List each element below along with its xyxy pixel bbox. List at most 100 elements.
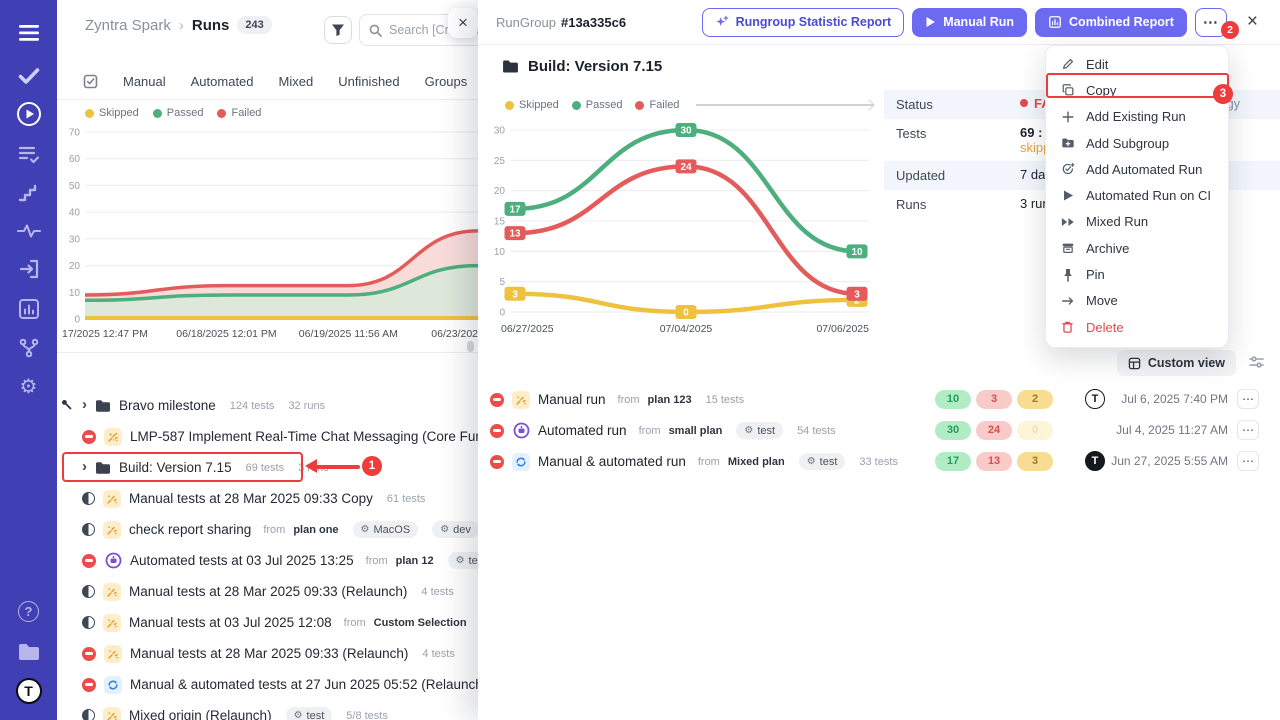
view-settings-icon[interactable] bbox=[1249, 355, 1264, 369]
env-badge[interactable]: ⚙test bbox=[736, 422, 783, 439]
pulse-icon[interactable] bbox=[0, 216, 57, 246]
menu-icon[interactable] bbox=[0, 18, 57, 48]
menu-item-add-subgroup[interactable]: Add Subgroup bbox=[1046, 130, 1228, 156]
annotation-step-3: 3 bbox=[1213, 84, 1233, 104]
gear-icon: ⚙ bbox=[807, 457, 816, 467]
reports-chart-icon[interactable] bbox=[0, 294, 57, 324]
play-icon bbox=[925, 16, 936, 28]
run-meta: 54 tests bbox=[797, 425, 836, 437]
help-icon[interactable]: ? bbox=[0, 596, 57, 626]
run-title: Manual run bbox=[538, 392, 606, 407]
projects-folder-icon[interactable] bbox=[0, 637, 57, 667]
from-plan[interactable]: plan 12 bbox=[396, 555, 434, 567]
svg-text:07/04/2025: 07/04/2025 bbox=[660, 323, 713, 335]
runs-count-badge: 243 bbox=[237, 16, 271, 34]
run-row-manual-run[interactable]: Manual run from plan 123 15 tests 10 3 2… bbox=[478, 384, 1280, 415]
combined-report-button[interactable]: Combined Report bbox=[1035, 8, 1187, 37]
panel-close-button[interactable]: × bbox=[448, 8, 478, 38]
drawer-close-button[interactable]: × bbox=[1247, 11, 1258, 33]
list-item-manual-tests-relaunch-1[interactable]: Manual tests at 28 Mar 2025 09:33 (Relau… bbox=[57, 576, 478, 607]
list-item-manual-tests-relaunch-2[interactable]: Manual tests at 28 Mar 2025 09:33 (Relau… bbox=[57, 638, 478, 669]
run-more-button[interactable]: ⋯ bbox=[1237, 451, 1259, 471]
env-badge[interactable]: ⚙test bbox=[448, 552, 478, 569]
run-date: Jul 6, 2025 7:40 PM bbox=[1121, 392, 1228, 406]
svg-text:10: 10 bbox=[69, 288, 81, 299]
list-item-lmp-587[interactable]: LMP-587 Implement Real-Time Chat Messagi… bbox=[57, 421, 478, 452]
menu-item-delete[interactable]: Delete bbox=[1046, 314, 1228, 340]
list-item-title: Manual tests at 28 Mar 2025 09:33 Copy bbox=[129, 491, 373, 506]
list-item-bravo-milestone[interactable]: › Bravo milestone 124 tests 32 runs bbox=[57, 390, 478, 421]
archive-icon bbox=[1060, 241, 1075, 255]
check-icon[interactable] bbox=[0, 61, 57, 91]
from-plan[interactable]: plan 123 bbox=[648, 394, 692, 406]
breadcrumb: Zyntra Spark › Runs 243 bbox=[85, 16, 272, 34]
list-item-manual-automated-tests[interactable]: Manual & automated tests at 27 Jun 2025 … bbox=[57, 669, 478, 700]
branch-icon[interactable] bbox=[0, 333, 57, 363]
passed-pill: 30 bbox=[935, 421, 971, 440]
env-badge[interactable]: ⚙test bbox=[799, 453, 846, 470]
breadcrumb-project[interactable]: Zyntra Spark bbox=[85, 17, 171, 34]
circle-check-plus-icon bbox=[1060, 162, 1075, 176]
from-label: from bbox=[366, 555, 388, 567]
divider bbox=[57, 352, 478, 353]
svg-text:06/23/202: 06/23/202 bbox=[431, 328, 478, 340]
user-avatar[interactable]: T bbox=[0, 676, 57, 706]
tab-unfinished[interactable]: Unfinished bbox=[338, 74, 399, 89]
menu-item-mixed-run[interactable]: Mixed Run bbox=[1046, 209, 1228, 235]
list-item-automated-tests[interactable]: Automated tests at 03 Jul 2025 13:25 fro… bbox=[57, 545, 478, 576]
more-icon: ⋯ bbox=[1203, 13, 1219, 31]
tab-automated[interactable]: Automated bbox=[191, 74, 254, 89]
from-plan[interactable]: Custom Selection bbox=[374, 617, 467, 629]
list-item-title: LMP-587 Implement Real-Time Chat Messagi… bbox=[130, 429, 478, 444]
rungroup-statistic-report-button[interactable]: Rungroup Statistic Report bbox=[702, 8, 905, 37]
menu-item-add-automated-run[interactable]: Add Automated Run bbox=[1046, 156, 1228, 182]
menu-item-automated-run-on-ci[interactable]: Automated Run on CI bbox=[1046, 182, 1228, 208]
menu-item-archive[interactable]: Archive bbox=[1046, 235, 1228, 261]
list-item-title: Mixed origin (Relaunch) bbox=[129, 708, 272, 720]
run-row-automated-run[interactable]: Automated run from small plan ⚙test 54 t… bbox=[478, 415, 1280, 446]
run-more-button[interactable]: ⋯ bbox=[1237, 389, 1259, 409]
list-item-mixed-origin[interactable]: Mixed origin (Relaunch) ⚙test 5/8 tests bbox=[57, 700, 478, 720]
menu-item-pin[interactable]: Pin bbox=[1046, 261, 1228, 287]
assignee-avatar[interactable]: T bbox=[1085, 389, 1105, 409]
from-plan[interactable]: plan one bbox=[293, 524, 338, 536]
tab-mixed[interactable]: Mixed bbox=[279, 74, 314, 89]
skipped-dot-icon bbox=[505, 101, 514, 110]
test-list-icon[interactable] bbox=[0, 139, 57, 169]
filter-button[interactable] bbox=[324, 16, 352, 44]
list-item-manual-tests-copy[interactable]: Manual tests at 28 Mar 2025 09:33 Copy 6… bbox=[57, 483, 478, 514]
list-item-manual-tests-custom-selection[interactable]: Manual tests at 03 Jul 2025 12:08 from C… bbox=[57, 607, 478, 638]
steps-icon[interactable] bbox=[0, 178, 57, 208]
chevron-right-icon[interactable]: › bbox=[82, 397, 87, 412]
pin-icon bbox=[1060, 268, 1075, 282]
custom-view-button[interactable]: Custom view bbox=[1117, 350, 1236, 376]
env-badge[interactable]: ⚙MacOS bbox=[353, 521, 419, 538]
menu-item-move[interactable]: Move bbox=[1046, 288, 1228, 314]
assignee-avatar[interactable]: T bbox=[1085, 451, 1105, 471]
pencil-icon bbox=[1060, 57, 1075, 71]
rungroup-title: Build: Version 7.15 bbox=[502, 58, 662, 75]
manual-run-button[interactable]: Manual Run bbox=[912, 8, 1027, 37]
list-item-check-report-sharing[interactable]: check report sharing from plan one ⚙MacO… bbox=[57, 514, 478, 545]
batch-select-icon[interactable] bbox=[83, 74, 98, 89]
tab-manual[interactable]: Manual bbox=[123, 74, 166, 89]
run-meta: 15 tests bbox=[706, 394, 745, 406]
env-badge[interactable]: ⚙dev bbox=[432, 521, 478, 538]
settings-gear-icon[interactable]: ⚙ bbox=[0, 372, 57, 402]
arrow-right-icon bbox=[1060, 295, 1075, 307]
skipped-dot-icon bbox=[85, 109, 94, 118]
rungroup-id: #13a335c6 bbox=[561, 15, 626, 30]
runs-play-icon[interactable] bbox=[0, 99, 57, 129]
env-badge[interactable]: ⚙test bbox=[286, 707, 333, 720]
svg-text:10: 10 bbox=[494, 247, 506, 258]
list-item-meta: 124 tests bbox=[230, 400, 275, 412]
run-more-button[interactable]: ⋯ bbox=[1237, 420, 1259, 440]
tab-groups[interactable]: Groups bbox=[425, 74, 468, 89]
menu-item-add-existing-run[interactable]: Add Existing Run bbox=[1046, 104, 1228, 130]
run-row-manual-automated-run[interactable]: Manual & automated run from Mixed plan ⚙… bbox=[478, 446, 1280, 477]
folder-icon bbox=[95, 399, 111, 413]
scrollbar[interactable] bbox=[467, 341, 474, 352]
from-plan[interactable]: small plan bbox=[669, 425, 723, 437]
from-plan[interactable]: Mixed plan bbox=[728, 456, 785, 468]
import-icon[interactable] bbox=[0, 254, 57, 284]
